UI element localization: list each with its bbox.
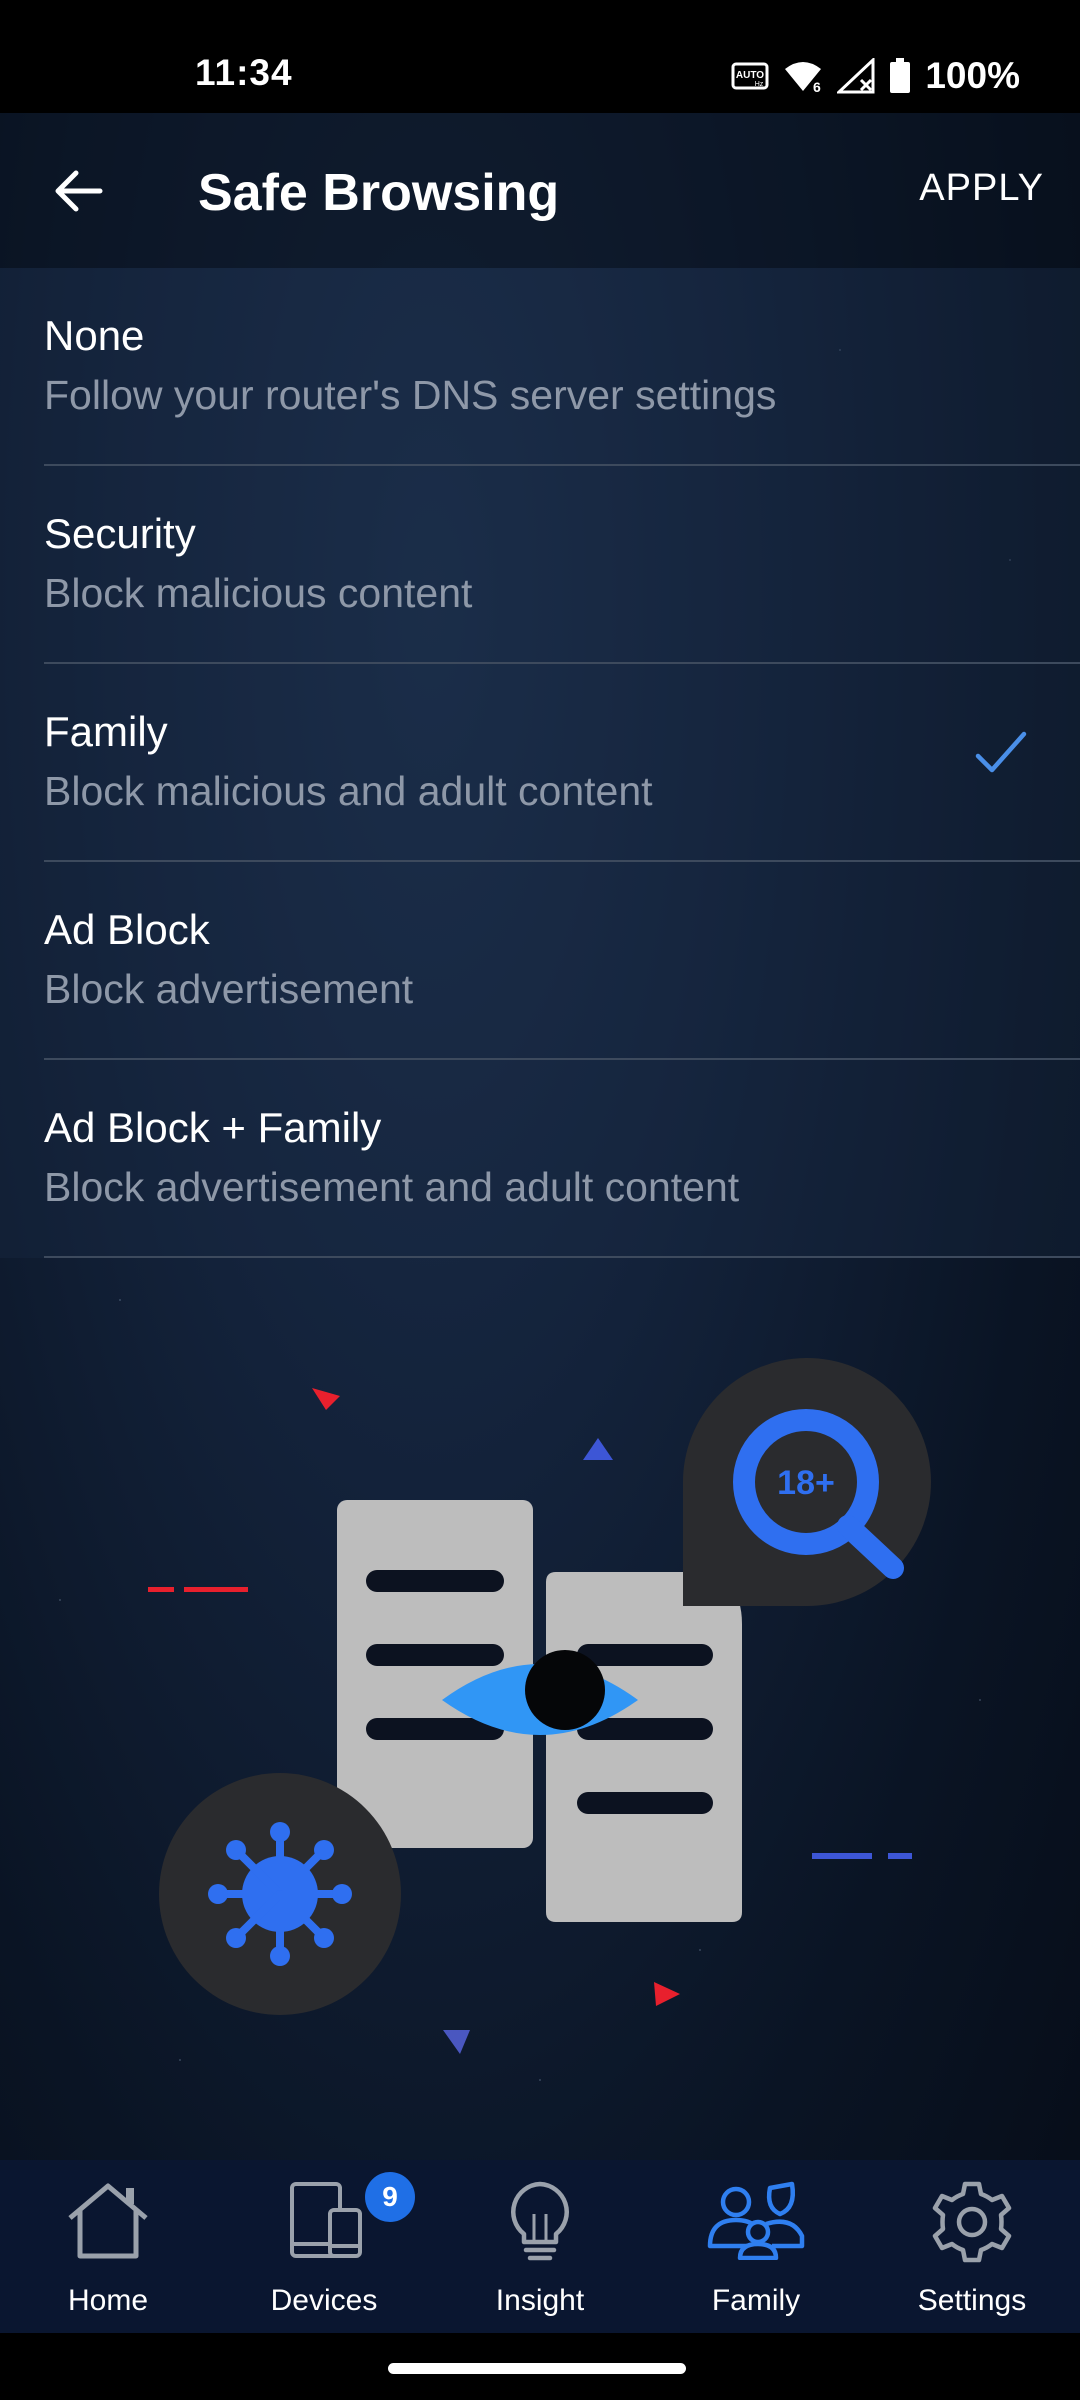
bottom-navigation: Home Devices Insight Family Settings: [0, 2160, 1080, 2333]
option-subtitle: Block advertisement: [44, 966, 414, 1012]
red-triangle-shard: [312, 1388, 340, 1410]
tab-label: Home: [67, 2284, 149, 2317]
svg-text:6: 6: [813, 79, 821, 93]
svg-text:AUTO: AUTO: [736, 70, 764, 81]
lightbulb-icon: [511, 2181, 569, 2261]
wifi-6-icon: 6: [785, 62, 822, 93]
option-title: Ad Block: [44, 906, 210, 953]
tab-label: Settings: [917, 2284, 1027, 2317]
battery-icon: [890, 58, 911, 93]
status-icons: AUTO Hz 6 100%: [731, 55, 1020, 97]
red-triangle-shard: [654, 1982, 680, 2006]
tab-family[interactable]: Family: [648, 2160, 864, 2333]
status-bar: 11:34 AUTO Hz 6 100%: [0, 0, 1080, 113]
blue-triangle-shard: [583, 1438, 613, 1460]
option-family[interactable]: Family Block malicious and adult content: [0, 664, 1080, 861]
page-title: Safe Browsing: [198, 164, 560, 222]
tab-label: Insight: [495, 2284, 585, 2317]
option-security[interactable]: Security Block malicious content: [0, 466, 1080, 663]
apply-button[interactable]: APPLY: [919, 167, 1044, 210]
option-subtitle: Follow your router's DNS server settings: [44, 372, 777, 418]
option-subtitle: Block malicious content: [44, 570, 473, 616]
devices-count-badge: 9: [365, 2172, 415, 2222]
option-title: Family: [44, 708, 168, 755]
option-ad-block[interactable]: Ad Block Block advertisement: [0, 862, 1080, 1059]
red-dash: [148, 1587, 174, 1592]
tab-home[interactable]: Home: [0, 2160, 216, 2333]
option-subtitle: Block advertisement and adult content: [44, 1164, 740, 1210]
safe-browsing-options: None Follow your router's DNS server set…: [0, 268, 1080, 1258]
home-icon: [68, 2183, 148, 2259]
option-title: Security: [44, 510, 196, 557]
checkmark-icon: [975, 731, 1027, 773]
option-none[interactable]: None Follow your router's DNS server set…: [0, 268, 1080, 465]
red-dash: [184, 1587, 248, 1592]
battery-percent: 100%: [925, 55, 1020, 96]
app-bar: Safe Browsing APPLY: [0, 113, 1080, 268]
svg-text:Hz: Hz: [755, 81, 764, 88]
home-indicator[interactable]: [388, 2363, 686, 2374]
gesture-bar: [0, 2333, 1080, 2400]
blue-dash: [812, 1853, 872, 1859]
status-time: 11:34: [195, 52, 293, 93]
option-subtitle: Block malicious and adult content: [44, 768, 653, 814]
devices-icon: [290, 2182, 362, 2258]
option-title: None: [44, 312, 145, 359]
virus-icon: [208, 1822, 352, 1966]
blue-triangle-shard: [443, 2030, 470, 2054]
document-right: [546, 1572, 742, 1922]
tab-label: Family: [711, 2284, 801, 2317]
family-icon: [707, 2181, 805, 2260]
no-signal-icon: [837, 58, 875, 94]
gear-icon: [932, 2181, 1012, 2263]
back-arrow-icon[interactable]: [50, 163, 106, 219]
blue-dash: [888, 1853, 912, 1859]
auto-hz-icon: AUTO Hz: [731, 62, 769, 90]
option-ad-block-family[interactable]: Ad Block + Family Block advertisement an…: [0, 1060, 1080, 1257]
adult-badge-text: 18+: [777, 1464, 835, 1502]
safe-browsing-illustration: 18+: [148, 1358, 931, 2054]
tab-label: Devices: [270, 2284, 378, 2317]
option-title: Ad Block + Family: [44, 1104, 382, 1151]
tab-settings[interactable]: Settings: [864, 2160, 1080, 2333]
tab-insight[interactable]: Insight: [432, 2160, 648, 2333]
